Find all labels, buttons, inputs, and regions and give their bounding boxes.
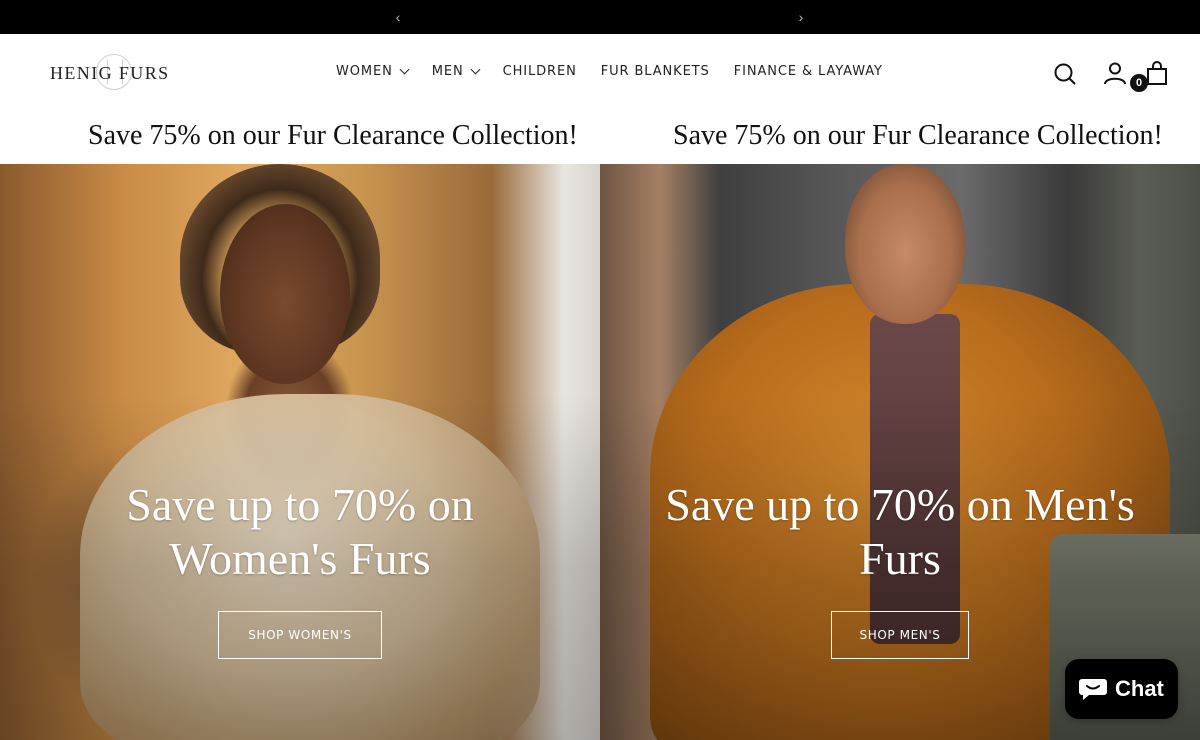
logo[interactable]: HENIG FURS <box>50 54 180 92</box>
promo-message[interactable]: Save 75% on our Fur Clearance Collection… <box>673 120 1163 152</box>
chevron-down-icon <box>470 64 481 75</box>
chat-label: Chat <box>1115 676 1164 701</box>
hero-title-line: Women's Furs <box>169 533 431 584</box>
cart-count-badge: 0 <box>1130 74 1148 92</box>
main-nav: WOMEN MEN CHILDREN FUR BLANKETS FINANCE … <box>336 64 883 79</box>
hero-title: Save up to 70% on Women's Furs <box>0 478 600 586</box>
nav-item-finance-layaway[interactable]: FINANCE & LAYAWAY <box>734 64 883 79</box>
promo-message[interactable]: Save 75% on our Fur Clearance Collection… <box>88 120 578 152</box>
announcement-prev-arrow[interactable]: ‹ <box>390 8 406 26</box>
nav-item-women[interactable]: WOMEN <box>336 64 410 79</box>
shop-men-button[interactable]: SHOP MEN'S <box>831 611 969 659</box>
nav-item-men[interactable]: MEN <box>431 64 481 79</box>
shop-women-button[interactable]: SHOP WOMEN'S <box>218 611 382 659</box>
nav-item-fur-blankets[interactable]: FUR BLANKETS <box>601 64 710 79</box>
chevron-down-icon <box>399 64 410 75</box>
account-icon[interactable] <box>1103 61 1127 85</box>
cart-icon[interactable] <box>1145 60 1169 86</box>
hero-title: Save up to 70% on Men's Furs <box>600 478 1200 586</box>
chat-bubble-icon <box>1079 679 1107 700</box>
nav-item-label: WOMEN <box>336 64 393 79</box>
chat-button[interactable]: Chat <box>1065 659 1178 719</box>
nav-item-label: FINANCE & LAYAWAY <box>733 64 883 79</box>
hero-title-line: Save up to 70% on <box>126 479 474 530</box>
nav-item-label: MEN <box>431 64 464 79</box>
promo-marquee: Save 75% on our Fur Clearance Collection… <box>0 112 1200 164</box>
announcement-next-arrow[interactable]: › <box>793 8 809 26</box>
search-icon[interactable] <box>1053 62 1077 86</box>
hero-title-line: Furs <box>859 533 941 584</box>
hero-panel-women: Save up to 70% on Women's Furs SHOP WOME… <box>0 164 600 740</box>
logo-text: HENIG FURS <box>50 63 170 83</box>
hero-panel-men: Save up to 70% on Men's Furs SHOP MEN'S <box>600 164 1200 740</box>
nav-item-children[interactable]: CHILDREN <box>503 64 577 79</box>
announcement-bar: ‹ › <box>0 0 1200 34</box>
site-header: HENIG FURS WOMEN MEN CHILDREN FUR BLANKE… <box>0 34 1200 112</box>
nav-item-label: FUR BLANKETS <box>600 64 710 79</box>
nav-item-label: CHILDREN <box>502 64 577 79</box>
hero-title-line: Save up to 70% on Men's <box>665 479 1135 530</box>
